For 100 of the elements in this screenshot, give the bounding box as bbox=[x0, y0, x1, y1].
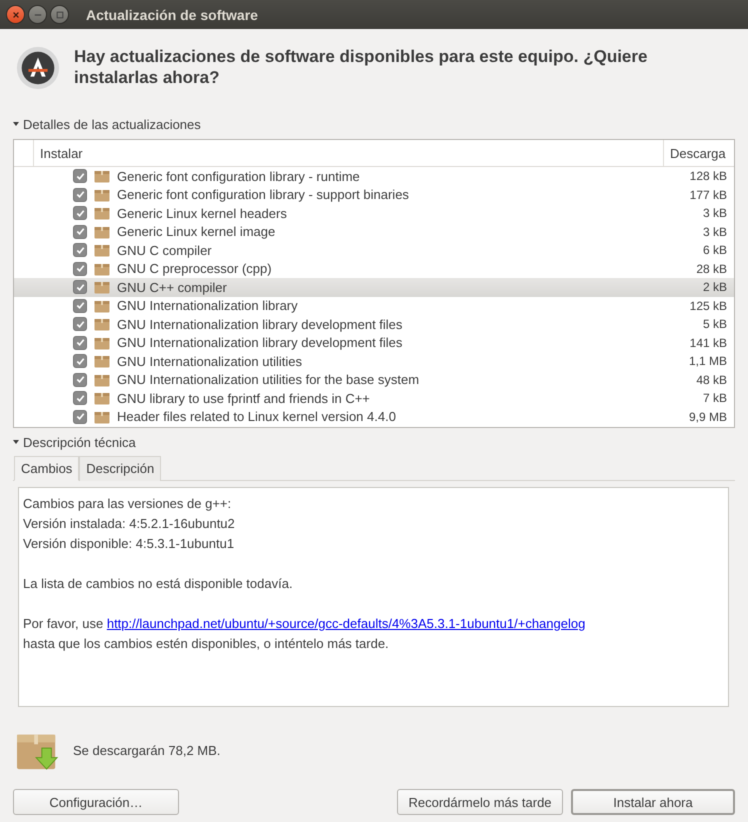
tab[interactable]: Cambios bbox=[14, 456, 80, 481]
checkmark-icon bbox=[74, 170, 86, 182]
update-row[interactable]: Generic Linux kernel headers 3 kB bbox=[14, 204, 734, 222]
download-summary: Se descargarán 78,2 MB. bbox=[73, 742, 220, 758]
package-icon bbox=[94, 262, 110, 276]
download-size: 5 kB bbox=[702, 317, 728, 332]
update-row[interactable]: Generic font configuration library - support binaries 177 kB bbox=[14, 186, 734, 204]
download-size: 28 kB bbox=[696, 262, 728, 276]
checkmark-icon bbox=[74, 392, 86, 404]
changelog-link[interactable]: http://launchpad.net/ubuntu/+source/gcc-defaults/4%3A5.3.1-1ubuntu1/+changelog bbox=[106, 616, 586, 631]
checkbox[interactable] bbox=[73, 410, 87, 424]
checkmark-icon bbox=[74, 337, 86, 348]
package-name: GNU C compiler bbox=[117, 242, 213, 258]
download-size: 1,1 MB bbox=[688, 354, 728, 368]
dialog-button[interactable]: Instalar ahora bbox=[571, 789, 735, 815]
download-size: 9,9 MB bbox=[688, 410, 728, 424]
changes-line: Versión disponible: 4:5.3.1-1ubuntu1 bbox=[23, 536, 234, 551]
package-icon bbox=[94, 317, 110, 332]
package-icon bbox=[94, 243, 110, 258]
dialog-button[interactable]: Configuración… bbox=[13, 789, 179, 815]
dialog-button[interactable]: Recordármelo más tarde bbox=[397, 789, 563, 815]
package-icon bbox=[94, 354, 110, 368]
package-name: Header files related to Linux kernel version 4.4.0 bbox=[117, 409, 397, 424]
update-row[interactable]: Generic font configuration library - runtime 128 kB bbox=[14, 167, 734, 186]
checkbox[interactable] bbox=[73, 354, 87, 368]
update-icon bbox=[15, 45, 61, 91]
column-header[interactable]: Descarga bbox=[664, 140, 734, 166]
package-icon bbox=[94, 372, 110, 387]
update-row[interactable]: GNU C compiler 6 kB bbox=[14, 241, 734, 260]
checkbox[interactable] bbox=[73, 224, 87, 239]
update-row[interactable]: GNU Internationalization library 125 kB bbox=[14, 296, 734, 315]
maximize-icon[interactable] bbox=[50, 5, 69, 24]
package-name: Generic Linux kernel headers bbox=[117, 206, 288, 221]
download-size: 128 kB bbox=[690, 169, 728, 184]
checkbox[interactable] bbox=[73, 298, 87, 313]
checkbox[interactable] bbox=[73, 336, 87, 350]
package-name: Generic font configuration library - support binaries bbox=[117, 187, 410, 202]
download-size: 48 kB bbox=[696, 372, 728, 387]
package-icon bbox=[94, 280, 110, 294]
details-expander[interactable]: Detalles de las actualizaciones bbox=[13, 115, 735, 133]
package-name: GNU library to use fprintf and friends in C++ bbox=[117, 390, 371, 406]
package-name: GNU C++ compiler bbox=[117, 280, 228, 295]
package-name: GNU Internationalization library bbox=[117, 298, 299, 314]
checkbox[interactable] bbox=[73, 188, 87, 202]
update-row[interactable]: GNU C preprocessor (cpp) 28 kB bbox=[14, 260, 734, 278]
checkmark-icon bbox=[74, 411, 86, 422]
checkmark-icon bbox=[74, 208, 86, 219]
changes-line: hasta que los cambios estén disponibles, o inténtelo más tarde. bbox=[23, 636, 389, 651]
download-size: 6 kB bbox=[702, 243, 728, 258]
update-row[interactable]: GNU C++ compiler 2 kB bbox=[14, 278, 734, 296]
package-name: Generic Linux kernel image bbox=[117, 224, 276, 240]
package-icon bbox=[94, 206, 110, 220]
package-icon bbox=[94, 169, 110, 184]
checkmark-icon bbox=[74, 244, 86, 256]
heading: Hay actualizaciones de software disponibles para este equipo. ¿Quiere instalarlas ahora? bbox=[74, 46, 648, 88]
changes-line: La lista de cambios no está disponible todavía. bbox=[23, 576, 293, 591]
checkmark-icon bbox=[74, 282, 86, 293]
download-size: 141 kB bbox=[690, 336, 728, 350]
download-size: 7 kB bbox=[702, 391, 728, 406]
package-name: GNU Internationalization library development files bbox=[117, 335, 404, 350]
update-row[interactable]: GNU Internationalization library development files 5 kB bbox=[14, 315, 734, 334]
download-size: 2 kB bbox=[702, 280, 728, 294]
checkbox[interactable] bbox=[73, 262, 87, 276]
checkbox[interactable] bbox=[73, 206, 87, 220]
checkbox[interactable] bbox=[73, 372, 87, 387]
checkmark-icon bbox=[74, 300, 86, 312]
tab[interactable]: Descripción bbox=[79, 456, 162, 481]
update-row[interactable]: GNU Internationalization utilities 1,1 MB bbox=[14, 352, 734, 370]
changes-line: Por favor, use bbox=[23, 616, 104, 631]
package-icon bbox=[94, 391, 110, 406]
checkbox[interactable] bbox=[73, 243, 87, 258]
download-size: 125 kB bbox=[690, 298, 728, 313]
checkmark-icon bbox=[74, 226, 86, 238]
update-row[interactable]: GNU Internationalization library development files 141 kB bbox=[14, 334, 734, 352]
checkbox[interactable] bbox=[73, 280, 87, 294]
update-row[interactable]: Generic Linux kernel image 3 kB bbox=[14, 222, 734, 241]
package-name: Generic font configuration library - runtime bbox=[117, 168, 361, 184]
checkbox[interactable] bbox=[73, 391, 87, 406]
checkmark-icon bbox=[74, 189, 86, 200]
download-size: 177 kB bbox=[690, 188, 728, 202]
checkbox[interactable] bbox=[73, 317, 87, 332]
window-title: Actualización de software bbox=[86, 6, 258, 22]
checkmark-icon bbox=[74, 318, 86, 330]
minimize-icon[interactable] bbox=[28, 5, 47, 24]
package-name: GNU C preprocessor (cpp) bbox=[117, 261, 273, 276]
download-size: 3 kB bbox=[702, 224, 728, 239]
checkbox[interactable] bbox=[73, 169, 87, 184]
checkmark-icon bbox=[74, 356, 86, 367]
package-icon bbox=[94, 336, 110, 350]
column-header[interactable]: Instalar bbox=[34, 140, 664, 166]
update-row[interactable]: GNU Internationalization utilities for the base system 48 kB bbox=[14, 370, 734, 389]
update-row[interactable]: Header files related to Linux kernel version 4.4.0 9,9 MB bbox=[14, 408, 734, 426]
package-name: GNU Internationalization utilities for the base system bbox=[117, 372, 420, 388]
package-icon bbox=[94, 298, 110, 313]
checkmark-icon bbox=[74, 263, 86, 274]
update-row[interactable]: GNU library to use fprintf and friends in C++ 7 kB bbox=[14, 389, 734, 408]
technical-expander[interactable]: Descripción técnica bbox=[13, 433, 735, 451]
package-icon bbox=[94, 410, 110, 424]
close-icon[interactable] bbox=[6, 5, 25, 24]
package-name: GNU Internationalization utilities bbox=[117, 354, 303, 369]
